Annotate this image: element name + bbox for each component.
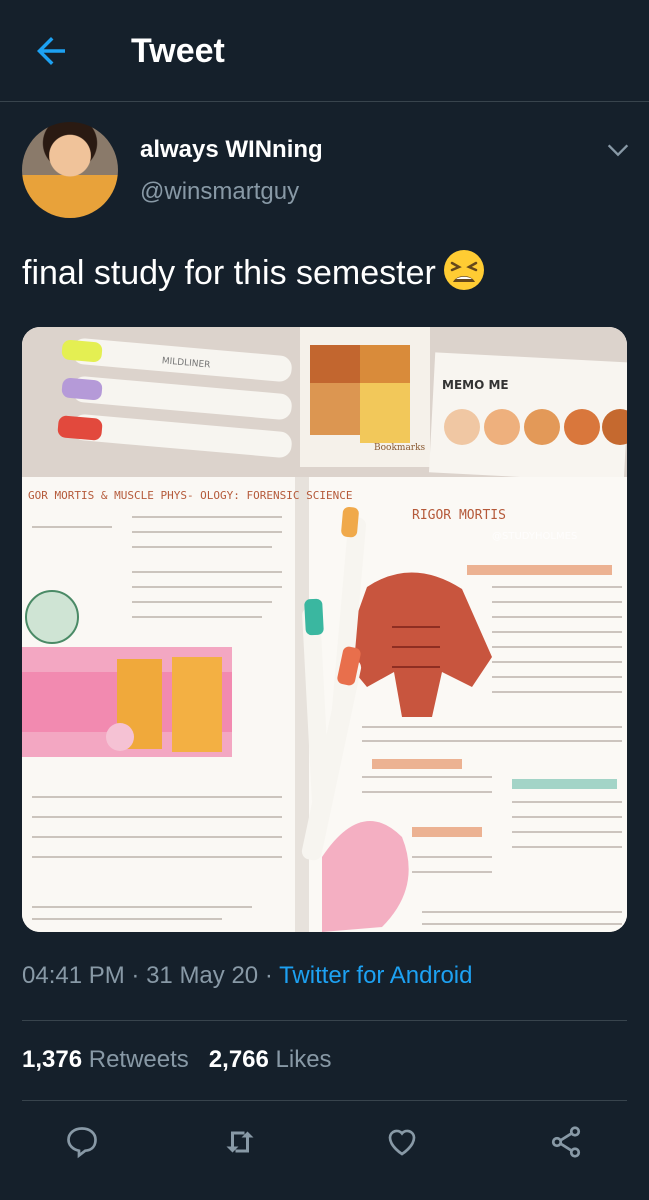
divider	[22, 1100, 627, 1101]
notes-left-title: GOR MORTIS & MUSCLE PHYS- OLOGY: FORENSI…	[28, 489, 353, 502]
retweets-label: Retweets	[88, 1046, 189, 1073]
author-name[interactable]: always WINning	[140, 136, 323, 164]
tweet-meta: 04:41 PM · 31 May 20 · Twitter for Andro…	[22, 962, 472, 990]
chevron-down-icon[interactable]	[604, 136, 632, 164]
memo-tabs: MEMO ME	[428, 352, 627, 483]
tired-face-emoji-icon	[443, 250, 484, 290]
top-bar: Tweet	[0, 0, 649, 102]
notes-right-title: RIGOR MORTIS	[412, 508, 506, 523]
meta-separator: ·	[264, 962, 273, 989]
sticky-label: Bookmarks	[374, 443, 426, 453]
retweets-count: 1,376	[22, 1046, 83, 1073]
reply-icon[interactable]	[64, 1124, 100, 1160]
tweet-stats: 1,376 Retweets 2,766 Likes	[22, 1046, 332, 1074]
likes-count: 2,766	[208, 1046, 269, 1073]
tweet-body: final study for this semester	[22, 254, 436, 292]
notebook-photo: MILDLINER Bookmarks MEMO ME GOR MORTIS &…	[22, 327, 627, 932]
retweets-stat[interactable]: 1,376 Retweets	[22, 1046, 189, 1073]
author-handle[interactable]: @winsmartguy	[140, 178, 299, 206]
watermark: @STUDYHOLMES	[492, 531, 577, 542]
tweet-source-link[interactable]: Twitter for Android	[279, 962, 472, 989]
share-icon[interactable]	[548, 1124, 584, 1160]
memo-label: MEMO ME	[442, 378, 509, 392]
sticky-notes-pad: Bookmarks	[300, 327, 430, 467]
action-bar	[0, 1110, 649, 1174]
retweet-icon[interactable]	[222, 1124, 258, 1160]
likes-stat[interactable]: 2,766 Likes	[209, 1046, 332, 1073]
tweet-text: final study for this semester	[22, 248, 486, 295]
avatar[interactable]	[22, 122, 118, 218]
tweet-time: 04:41 PM	[22, 962, 125, 989]
like-icon[interactable]	[384, 1124, 420, 1160]
arrow-left-icon[interactable]	[30, 30, 72, 72]
divider	[22, 1020, 627, 1021]
page-title: Tweet	[131, 32, 225, 70]
highlighters: MILDLINER	[57, 338, 292, 458]
tweet-date: 31 May 20	[146, 962, 259, 989]
meta-separator: ·	[131, 962, 140, 989]
tweet-photo[interactable]: MILDLINER Bookmarks MEMO ME GOR MORTIS &…	[22, 327, 627, 932]
likes-label: Likes	[275, 1046, 332, 1073]
